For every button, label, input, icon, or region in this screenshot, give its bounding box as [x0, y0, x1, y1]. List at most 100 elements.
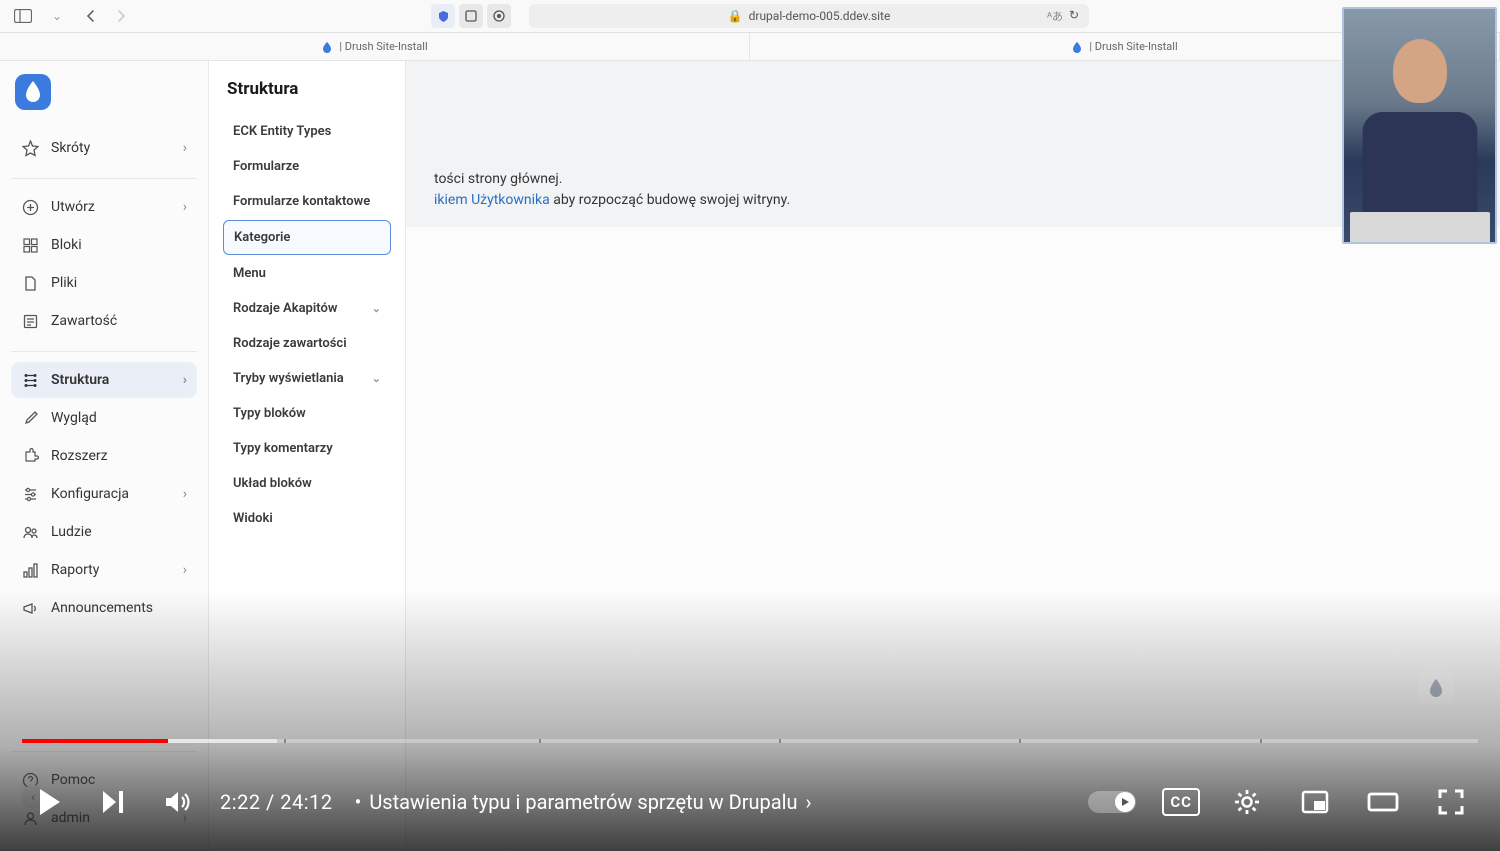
submenu-label: Układ bloków: [233, 476, 312, 491]
chapter-marker: [539, 739, 541, 743]
shield-icon[interactable]: [431, 4, 455, 28]
file-icon: [21, 274, 39, 292]
sidebar-item-announcements[interactable]: Announcements: [11, 590, 197, 626]
submenu-menu[interactable]: Menu: [223, 257, 391, 290]
submenu-label: Typy komentarzy: [233, 441, 333, 456]
url-bar[interactable]: 🔒 drupal-demo-005.ddev.site ᴬあ ↻: [529, 4, 1089, 28]
sidebar-item-create[interactable]: Utwórz ›: [11, 189, 197, 225]
star-icon: [21, 139, 39, 157]
url-text: drupal-demo-005.ddev.site: [749, 9, 891, 23]
sidebar-label: Utwórz: [51, 199, 171, 215]
presenter-webcam: [1342, 7, 1497, 244]
submenu-title: Struktura: [223, 79, 391, 99]
current-time: 2:22: [220, 790, 261, 814]
autoplay-toggle[interactable]: [1088, 791, 1136, 813]
extension-icon-2[interactable]: [487, 4, 511, 28]
divider: [11, 351, 197, 352]
drupal-logo[interactable]: [15, 74, 51, 110]
submenu-comment-types[interactable]: Typy komentarzy: [223, 432, 391, 465]
submenu-paragraph-types[interactable]: Rodzaje Akapitów⌄: [223, 292, 391, 325]
chevron-down-icon: ⌄: [372, 372, 381, 385]
lock-icon: 🔒: [728, 9, 743, 23]
submenu-forms[interactable]: Formularze: [223, 150, 391, 183]
sidebar-label: Raporty: [51, 562, 171, 578]
sidebar-item-configuration[interactable]: Konfiguracja ›: [11, 476, 197, 512]
submenu-label: ECK Entity Types: [233, 124, 331, 139]
volume-button[interactable]: [156, 781, 198, 823]
blocks-icon: [21, 236, 39, 254]
sidebar-item-blocks[interactable]: Bloki: [11, 227, 197, 263]
submenu-display-modes[interactable]: Tryby wyświetlania ⌄: [223, 362, 391, 395]
main-content: tości strony głównej. ikiem Użytkownika …: [406, 61, 1500, 851]
chapter-marker: [1260, 739, 1262, 743]
structure-icon: [21, 371, 39, 389]
user-guide-link[interactable]: ikiem Użytkownika: [434, 192, 550, 208]
chevron-right-icon: ›: [806, 790, 812, 814]
submenu-views[interactable]: Widoki: [223, 502, 391, 535]
sidebar-item-reports[interactable]: Raporty ›: [11, 552, 197, 588]
sidebar-item-extend[interactable]: Rozszerz: [11, 438, 197, 474]
megaphone-icon: [21, 599, 39, 617]
browser-tab-1[interactable]: | Drush Site-Install: [0, 33, 750, 60]
fullscreen-button[interactable]: [1430, 781, 1472, 823]
translate-icon[interactable]: ᴬあ: [1047, 8, 1063, 24]
body-text-2: aby rozpocząć budowę swojej witryny.: [550, 192, 790, 208]
miniplayer-button[interactable]: [1294, 781, 1336, 823]
puzzle-icon: [21, 447, 39, 465]
sidebar-label: Pliki: [51, 275, 187, 291]
people-icon: [21, 523, 39, 541]
sidebar-item-people[interactable]: Ludzie: [11, 514, 197, 550]
sidebar-item-structure[interactable]: Struktura ›: [11, 362, 197, 398]
sidebar-label: Zawartość: [51, 313, 187, 329]
browser-toolbar: ⌄ 🔒 drupal-demo-005.ddev.site ᴬあ ↻: [0, 0, 1500, 33]
chevron-right-icon: ›: [183, 372, 187, 388]
tab-dropdown-icon[interactable]: ⌄: [46, 5, 68, 27]
back-button[interactable]: [80, 5, 102, 27]
chapter-label: Ustawienia typu i parametrów sprzętu w D…: [369, 790, 797, 814]
drupal-icon: [321, 41, 333, 53]
divider: [11, 178, 197, 179]
submenu-taxonomy[interactable]: Kategorie: [223, 220, 391, 255]
chapter-marker: [779, 739, 781, 743]
submenu-eck[interactable]: ECK Entity Types: [223, 115, 391, 148]
sidebar-item-content[interactable]: Zawartość: [11, 303, 197, 339]
admin-sidebar: Skróty › Utwórz › Bloki Pliki Zawartość …: [0, 61, 209, 851]
submenu-block-types[interactable]: Typy bloków: [223, 397, 391, 430]
next-button[interactable]: [92, 781, 134, 823]
chevron-right-icon: ›: [183, 562, 187, 578]
submenu-label: Formularze kontaktowe: [233, 194, 370, 209]
autoplay-knob: [1115, 792, 1135, 812]
submenu-contact-forms[interactable]: Formularze kontaktowe: [223, 185, 391, 218]
tab-label: | Drush Site-Install: [339, 40, 427, 53]
chapter-title[interactable]: • Ustawienia typu i parametrów sprzętu w…: [355, 790, 812, 814]
chapter-marker: [1019, 739, 1021, 743]
submenu-content-types[interactable]: Rodzaje zawartości: [223, 327, 391, 360]
sidebar-item-files[interactable]: Pliki: [11, 265, 197, 301]
submenu-label: Menu: [233, 266, 266, 281]
content-icon: [21, 312, 39, 330]
sidebar-label: Skróty: [51, 140, 171, 156]
chevron-right-icon: ›: [183, 140, 187, 156]
time-display: 2:22 / 24:12: [220, 790, 333, 814]
content-header: tości strony głównej. ikiem Użytkownika …: [406, 61, 1500, 227]
play-button[interactable]: [28, 781, 70, 823]
theater-button[interactable]: [1362, 781, 1404, 823]
video-progress-bar[interactable]: [22, 739, 1478, 743]
tab-label: | Drush Site-Install: [1089, 40, 1177, 53]
reload-icon[interactable]: ↻: [1069, 8, 1079, 24]
settings-button[interactable]: [1226, 781, 1268, 823]
extension-icon-1[interactable]: [459, 4, 483, 28]
submenu-label: Kategorie: [234, 230, 290, 245]
video-controls: 2:22 / 24:12 • Ustawienia typu i paramet…: [0, 753, 1500, 851]
sidebar-item-appearance[interactable]: Wygląd: [11, 400, 197, 436]
sidebar-label: Announcements: [51, 600, 187, 616]
forward-button[interactable]: [110, 5, 132, 27]
chevron-right-icon: ›: [183, 486, 187, 502]
submenu-block-layout[interactable]: Układ bloków: [223, 467, 391, 500]
sidebar-label: Bloki: [51, 237, 187, 253]
sidebar-toggle-icon[interactable]: [12, 5, 34, 27]
captions-button[interactable]: CC: [1162, 788, 1200, 816]
submenu-label: Tryby wyświetlania: [233, 371, 344, 386]
sidebar-item-shortcuts[interactable]: Skróty ›: [11, 130, 197, 166]
sidebar-label: Rozszerz: [51, 448, 187, 464]
